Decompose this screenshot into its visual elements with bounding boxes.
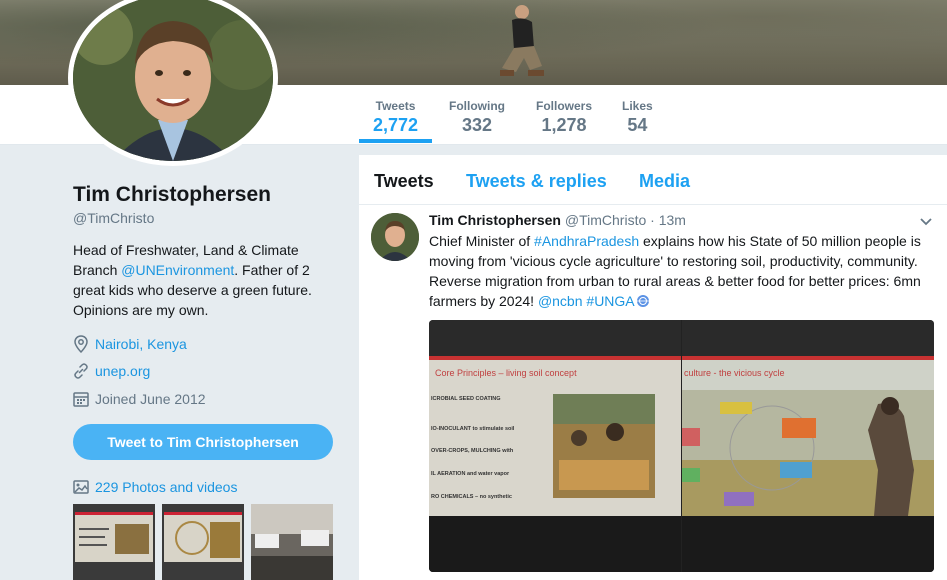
- media-thumbnail[interactable]: [162, 504, 244, 580]
- joined-text: Joined June 2012: [95, 391, 206, 407]
- stat-value: 332: [461, 115, 493, 135]
- photos-videos-link[interactable]: 229 Photos and videos: [73, 479, 237, 495]
- banner-person-figure: [500, 5, 544, 76]
- stat-tweets[interactable]: Tweets 2,772: [358, 99, 433, 143]
- photo-icon: [73, 480, 89, 494]
- tweet-header: Tim Christophersen @TimChristo · 13m: [429, 212, 686, 228]
- avatar-portrait: [73, 0, 273, 161]
- photos-videos-label: 229 Photos and videos: [95, 479, 238, 495]
- slide-left-item: RO CHEMICALS – no synthetic: [431, 494, 512, 500]
- stat-value: 54: [627, 115, 648, 135]
- location-text[interactable]: Nairobi, Kenya: [95, 336, 187, 352]
- stat-followers[interactable]: Followers 1,278: [536, 99, 592, 136]
- profile-joined: Joined June 2012: [73, 391, 206, 407]
- stat-label: Following: [449, 99, 505, 113]
- profile-bio: Head of Freshwater, Land & Climate Branc…: [73, 240, 323, 320]
- tweet-to-button[interactable]: Tweet to Tim Christophersen: [73, 424, 333, 460]
- location-pin-icon: [74, 335, 88, 353]
- tweet-text-part: Chief Minister of: [429, 233, 535, 249]
- hashtag-link[interactable]: #UNGA: [583, 293, 634, 309]
- website-link[interactable]: unep.org: [95, 363, 150, 379]
- media-photo-left[interactable]: Core Principles – living soil concept IC…: [429, 320, 681, 572]
- stat-likes[interactable]: Likes 54: [622, 99, 653, 136]
- timeline-tabs: Tweets Tweets & replies Media: [359, 155, 947, 205]
- slide-left-item: IO-INOCULANT to stimulate soil: [431, 426, 515, 432]
- mention-link[interactable]: @ncbn: [538, 293, 583, 309]
- media-thumbnail[interactable]: [73, 504, 155, 580]
- tweet-media[interactable]: Core Principles – living soil concept IC…: [429, 320, 934, 572]
- slide-left-item: OVER-CROPS, MULCHING with: [431, 448, 514, 454]
- profile-location: Nairobi, Kenya: [73, 335, 187, 353]
- tab-media[interactable]: Media: [639, 171, 690, 192]
- stat-label: Tweets: [375, 99, 416, 113]
- media-thumbnail[interactable]: [251, 504, 333, 580]
- slide-left-item: ICROBIAL SEED COATING: [431, 396, 500, 402]
- media-photo-right[interactable]: culture - the vicious cycle: [682, 320, 934, 572]
- bio-mention-link[interactable]: @UNEnvironment: [121, 262, 234, 278]
- tweet-author-avatar[interactable]: [371, 213, 419, 261]
- tweet-author-handle[interactable]: @TimChristo: [565, 212, 646, 228]
- stat-following[interactable]: Following 332: [449, 99, 505, 136]
- slide-left-item: IL AERATION and water vapor: [431, 471, 510, 477]
- tweet-text: Chief Minister of #AndhraPradesh explain…: [429, 231, 934, 311]
- profile-handle: @TimChristo: [73, 210, 155, 226]
- calendar-icon: [73, 392, 89, 407]
- profile-website: unep.org: [73, 363, 150, 379]
- un-emblem-icon: [636, 295, 649, 307]
- stat-label: Followers: [536, 99, 593, 113]
- tab-tweets-replies[interactable]: Tweets & replies: [466, 171, 607, 192]
- link-icon: [74, 363, 88, 379]
- stat-label: Likes: [622, 99, 653, 113]
- stat-value: 2,772: [373, 115, 419, 135]
- slide-right-title: culture - the vicious cycle: [684, 368, 785, 378]
- slide-left-title: Core Principles – living soil concept: [435, 368, 577, 378]
- tweet-author-name[interactable]: Tim Christophersen: [429, 212, 561, 228]
- tweet-timestamp[interactable]: · 13m: [650, 212, 686, 228]
- stat-value: 1,278: [541, 115, 587, 135]
- timeline: Tweets Tweets & replies Media Tim Christ…: [359, 155, 947, 580]
- profile-name[interactable]: Tim Christophersen: [73, 183, 271, 207]
- tab-tweets[interactable]: Tweets: [374, 171, 434, 192]
- hashtag-link[interactable]: #AndhraPradesh: [534, 233, 639, 249]
- chevron-down-icon[interactable]: [919, 217, 933, 227]
